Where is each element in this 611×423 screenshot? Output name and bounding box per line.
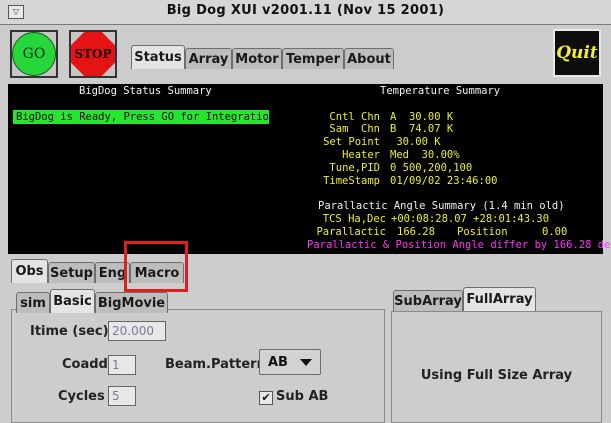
tab-fullarray[interactable]: FullArray: [463, 287, 536, 311]
tab-about[interactable]: About: [344, 48, 394, 69]
coadd-input[interactable]: 1: [108, 355, 136, 375]
sub-ab-label: Sub AB: [276, 389, 329, 404]
go-icon: GO: [12, 32, 56, 76]
temp-value-cntl: A 30.00 K: [390, 111, 454, 123]
temperature-header: Temperature Summary: [380, 85, 501, 97]
temp-value-setpoint: 30.00 K: [390, 136, 441, 148]
sub-ab-checkbox[interactable]: ✔: [259, 391, 273, 405]
bigdog-status-header: BigDog Status Summary: [79, 85, 212, 97]
coadd-label: Coadd: [62, 357, 108, 372]
itime-label: Itime (sec): [30, 324, 109, 339]
tab-bigmovie[interactable]: BigMovie: [95, 292, 168, 313]
go-label: GO: [22, 46, 46, 62]
beam-pattern-select[interactable]: AB: [259, 349, 321, 375]
tab-status[interactable]: Status: [131, 45, 185, 69]
cycles-input[interactable]: 5: [108, 386, 136, 406]
parallactic-label: Parallactic: [316, 226, 386, 238]
tcs-label: TCS Ha,Dec: [322, 213, 386, 225]
temp-label-setpoint: Set Point: [323, 136, 380, 148]
stop-label: STOP: [74, 47, 112, 61]
tcs-value: +00:08:28.07 +28:01:43.30: [391, 213, 550, 225]
tab-temper[interactable]: Temper: [282, 48, 344, 69]
tab-motor[interactable]: Motor: [232, 48, 282, 69]
stop-button[interactable]: STOP: [69, 30, 117, 78]
tab-basic[interactable]: Basic: [50, 289, 95, 313]
angle-warning: Parallactic & Position Angle differ by 1…: [307, 239, 611, 251]
array-message: Using Full Size Array: [420, 368, 573, 383]
temp-label-timestamp: TimeStamp: [323, 175, 380, 187]
go-button[interactable]: GO: [10, 30, 58, 78]
tab-obs[interactable]: Obs: [11, 259, 48, 283]
position-label: Position: [457, 226, 508, 238]
temp-value-tune: 0 500,200,100: [390, 162, 473, 174]
tab-subarray[interactable]: SubArray: [393, 290, 463, 311]
tab-sim[interactable]: sim: [16, 292, 50, 313]
itime-input[interactable]: 20.000: [108, 321, 166, 341]
temp-label-heater: Heater: [342, 149, 380, 161]
temp-value-heater: Med 30.00%: [390, 149, 460, 161]
temp-label-tune: Tune,PID: [329, 162, 380, 174]
macro-highlight-box: [124, 241, 188, 292]
stop-sign-icon: STOP: [71, 32, 115, 76]
chevron-down-icon: [300, 359, 312, 366]
window-title: Big Dog XUI v2001.11 (Nov 15 2001): [166, 3, 445, 18]
ready-message: BigDog is Ready, Press GO for Integratio…: [13, 110, 275, 124]
tab-array[interactable]: Array: [185, 48, 232, 69]
cycles-label: Cycles: [58, 389, 105, 404]
temp-label-sam: Sam Chn: [329, 123, 380, 135]
parallactic-value: 166.28: [397, 226, 435, 238]
beam-pattern-label: Beam.Pattern: [165, 357, 266, 372]
tab-setup[interactable]: Setup: [48, 262, 95, 283]
array-panel: [391, 311, 602, 423]
parallactic-header: Parallactic Angle Summary (1.4 min old): [318, 200, 565, 212]
quit-label: Quit: [556, 43, 598, 63]
temp-value-sam: B 74.07 K: [390, 123, 454, 135]
temp-label-cntl: Cntl Chn: [329, 111, 380, 123]
position-value: 0.00: [542, 226, 568, 238]
temp-value-timestamp: 01/09/02 23:46:00: [390, 175, 498, 187]
quit-button[interactable]: Quit: [553, 29, 601, 77]
beam-pattern-value: AB: [268, 354, 288, 370]
